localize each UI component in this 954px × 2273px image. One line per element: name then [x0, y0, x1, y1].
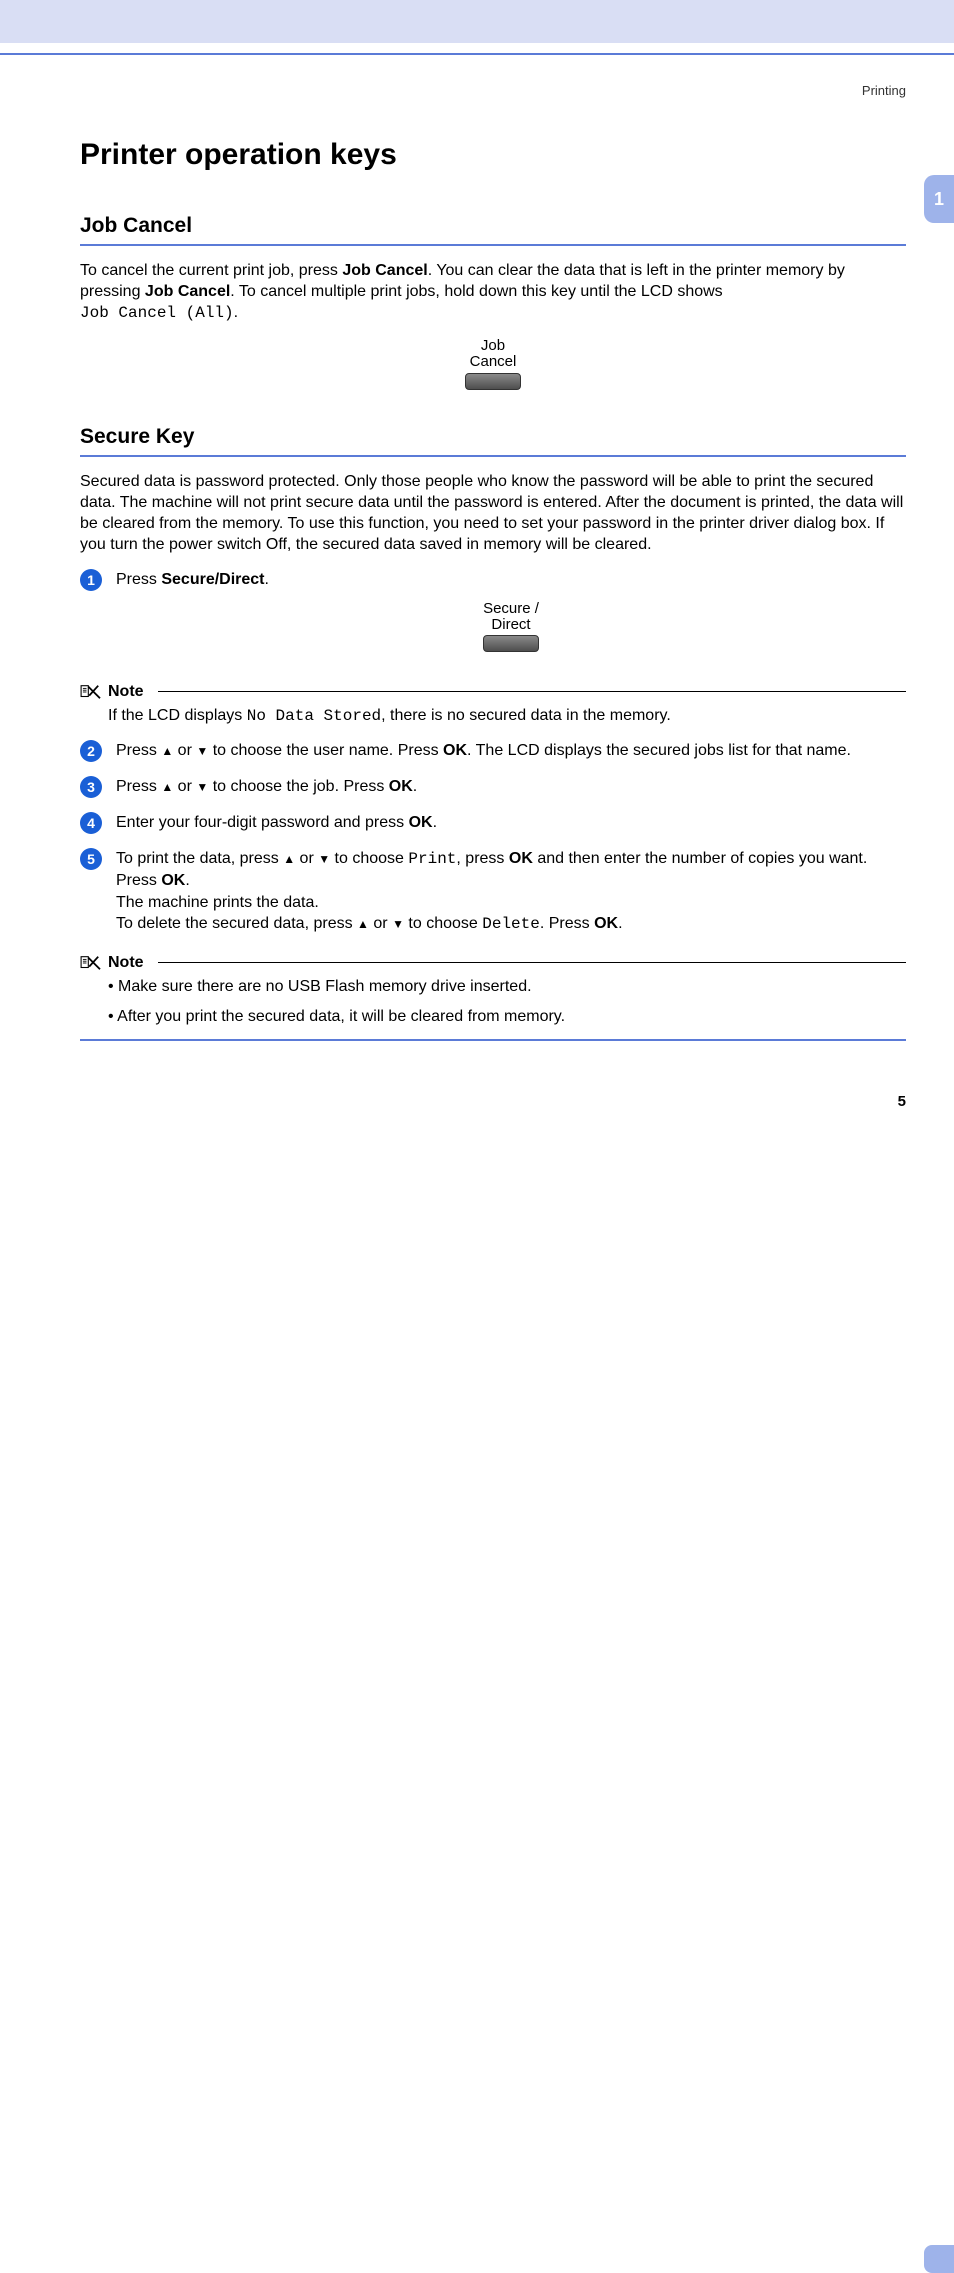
- note-1: Note If the LCD displays No Data Stored,…: [80, 683, 906, 728]
- ok-key: OK: [443, 742, 467, 759]
- step-2: 2 Press ▲ or ▼ to choose the user name. …: [80, 740, 906, 762]
- step-number-5: 5: [80, 848, 102, 870]
- job-cancel-button-figure: Job Cancel: [80, 338, 906, 395]
- text: or: [369, 915, 392, 932]
- step-number-1: 1: [80, 569, 102, 591]
- text: to choose the user name. Press: [208, 742, 443, 759]
- page-number: 5: [898, 1093, 906, 1110]
- button-label: Secure / Direct: [116, 601, 906, 633]
- ok-key: OK: [389, 778, 413, 795]
- secure-direct-button-icon: [483, 635, 539, 652]
- button-label: Job Cancel: [80, 338, 906, 370]
- up-arrow-icon: ▲: [161, 780, 173, 794]
- text: to choose: [404, 915, 482, 932]
- note-rule: [158, 962, 906, 963]
- note-2-body: Make sure there are no USB Flash memory …: [108, 976, 906, 1027]
- step-3-text: Press ▲ or ▼ to choose the job. Press OK…: [116, 776, 906, 798]
- step-4: 4 Enter your four-digit password and pre…: [80, 812, 906, 834]
- job-cancel-key: Job Cancel: [145, 283, 230, 300]
- ok-key: OK: [409, 814, 433, 831]
- up-arrow-icon: ▲: [283, 852, 295, 866]
- note-icon: [80, 954, 102, 972]
- job-cancel-heading: Job Cancel: [80, 214, 906, 238]
- text: , there is no secured data in the memory…: [381, 707, 671, 724]
- menu-option: Print: [408, 850, 456, 868]
- note-icon: [80, 683, 102, 701]
- text: Press: [116, 778, 161, 795]
- text: or: [173, 742, 196, 759]
- ok-key: OK: [594, 915, 618, 932]
- secure-direct-key: Secure/Direct: [161, 571, 264, 588]
- text: or: [173, 778, 196, 795]
- step-number-2: 2: [80, 740, 102, 762]
- text: .: [185, 872, 189, 889]
- lcd-text: Job Cancel (All): [80, 304, 234, 322]
- note-list-item: Make sure there are no USB Flash memory …: [108, 976, 906, 998]
- down-arrow-icon: ▼: [196, 780, 208, 794]
- text: Press: [116, 571, 161, 588]
- step-2-text: Press ▲ or ▼ to choose the user name. Pr…: [116, 740, 906, 762]
- text: to choose: [330, 850, 408, 867]
- text: . Press: [540, 915, 594, 932]
- text: . The LCD displays the secured jobs list…: [467, 742, 851, 759]
- step-number-4: 4: [80, 812, 102, 834]
- note-end-rule: [80, 1039, 906, 1041]
- page-title: Printer operation keys: [80, 138, 906, 172]
- text: .: [234, 304, 238, 321]
- lcd-text: No Data Stored: [247, 707, 381, 725]
- step-4-text: Enter your four-digit password and press…: [116, 812, 906, 834]
- text: To cancel the current print job, press: [80, 262, 342, 279]
- secure-key-heading: Secure Key: [80, 425, 906, 449]
- page-content: Printing Printer operation keys Job Canc…: [0, 55, 954, 1093]
- down-arrow-icon: ▼: [196, 744, 208, 758]
- text: . To cancel multiple print jobs, hold do…: [230, 283, 722, 300]
- text: , press: [456, 850, 508, 867]
- job-cancel-paragraph: To cancel the current print job, press J…: [80, 260, 906, 324]
- secure-key-paragraph: Secured data is password protected. Only…: [80, 471, 906, 555]
- note-2: Note Make sure there are no USB Flash me…: [80, 954, 906, 1041]
- text: If the LCD displays: [108, 707, 247, 724]
- text: To delete the secured data, press: [116, 915, 357, 932]
- note-title: Note: [108, 954, 144, 972]
- text: .: [265, 571, 269, 588]
- secure-direct-button-figure: Secure / Direct: [116, 601, 906, 659]
- step-1: 1 Press Secure/Direct. Secure / Direct: [80, 569, 906, 665]
- text: .: [413, 778, 417, 795]
- text: .: [433, 814, 437, 831]
- step-5: 5 To print the data, press ▲ or ▼ to cho…: [80, 848, 906, 936]
- note-1-body: If the LCD displays No Data Stored, ther…: [108, 705, 906, 728]
- down-arrow-icon: ▼: [318, 852, 330, 866]
- up-arrow-icon: ▲: [161, 744, 173, 758]
- text: .: [618, 915, 622, 932]
- heading-rule: [80, 455, 906, 457]
- ok-key: OK: [161, 872, 185, 889]
- breadcrumb: Printing: [80, 83, 906, 98]
- text: To print the data, press: [116, 850, 283, 867]
- note-list-item: After you print the secured data, it wil…: [108, 1006, 906, 1028]
- note-rule: [158, 691, 906, 692]
- step-3: 3 Press ▲ or ▼ to choose the job. Press …: [80, 776, 906, 798]
- step-number-3: 3: [80, 776, 102, 798]
- text: Enter your four-digit password and press: [116, 814, 409, 831]
- text: or: [295, 850, 318, 867]
- text: Press: [116, 742, 161, 759]
- job-cancel-key: Job Cancel: [342, 262, 427, 279]
- heading-rule: [80, 244, 906, 246]
- down-arrow-icon: ▼: [392, 917, 404, 931]
- up-arrow-icon: ▲: [357, 917, 369, 931]
- note-title: Note: [108, 683, 144, 701]
- step-5-text: To print the data, press ▲ or ▼ to choos…: [116, 848, 906, 936]
- ok-key: OK: [509, 850, 533, 867]
- step-1-text: Press Secure/Direct. Secure / Direct: [116, 569, 906, 665]
- menu-option: Delete: [482, 915, 540, 933]
- page-number-tab: [924, 2245, 954, 2273]
- text: The machine prints the data.: [116, 894, 319, 911]
- text: to choose the job. Press: [208, 778, 389, 795]
- header-bar: [0, 0, 954, 43]
- job-cancel-button-icon: [465, 373, 521, 390]
